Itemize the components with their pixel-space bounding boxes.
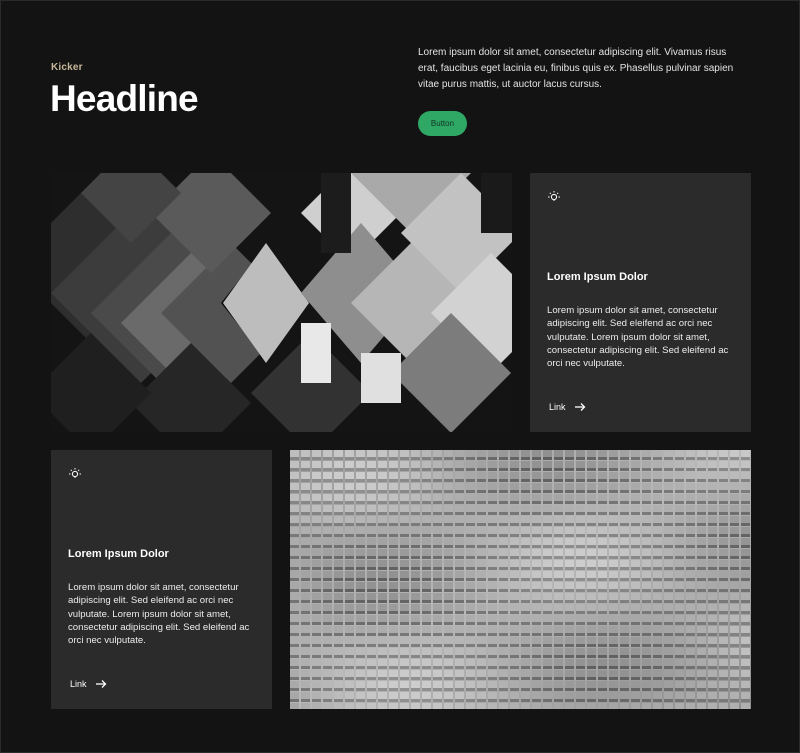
card-body: Lorem ipsum dolor sit amet, consectetur …	[547, 305, 729, 370]
card-body: Lorem ipsum dolor sit amet, consectetur …	[68, 582, 250, 647]
feature-card: Lorem Ipsum Dolor Lorem ipsum dolor sit …	[51, 450, 272, 709]
feature-card: Lorem Ipsum Dolor Lorem ipsum dolor sit …	[530, 173, 751, 432]
card-link[interactable]: Link	[549, 402, 586, 412]
wavy-cubes-image	[290, 450, 751, 709]
lightbulb-icon	[547, 190, 561, 204]
arrow-right-icon	[95, 680, 106, 688]
primary-button[interactable]: Button	[418, 111, 467, 136]
card-link-label: Link	[70, 679, 87, 689]
intro-paragraph: Lorem ipsum dolor sit amet, consectetur …	[418, 47, 734, 90]
card-link[interactable]: Link	[70, 679, 107, 689]
kicker: Kicker	[51, 62, 83, 73]
card-title: Lorem Ipsum Dolor	[547, 271, 648, 283]
arrow-right-icon	[574, 403, 585, 411]
headline: Headline	[50, 78, 199, 119]
card-title: Lorem Ipsum Dolor	[68, 548, 169, 560]
abstract-diamond-image	[51, 173, 512, 432]
card-link-label: Link	[549, 402, 566, 412]
lightbulb-icon	[68, 467, 82, 481]
